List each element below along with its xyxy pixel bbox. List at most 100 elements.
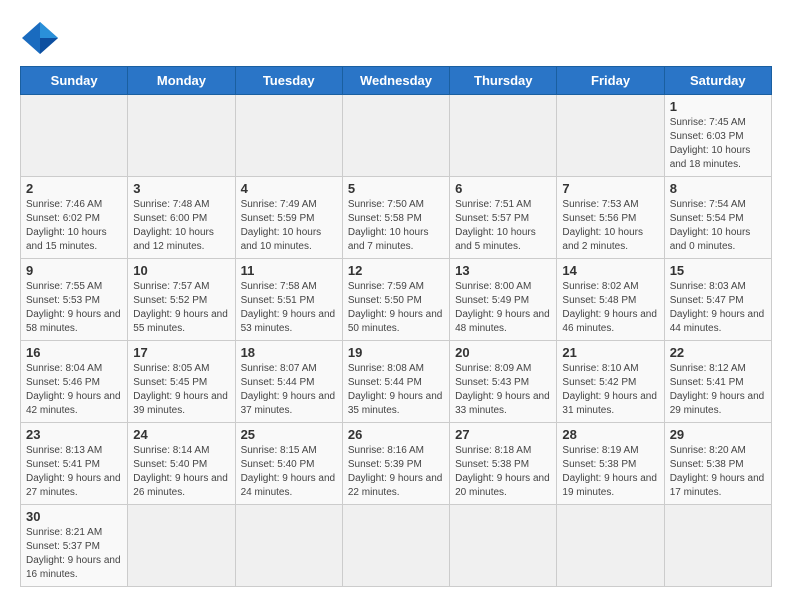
day-info: Sunrise: 8:07 AM Sunset: 5:44 PM Dayligh… [241, 362, 337, 418]
calendar-cell [342, 95, 449, 177]
day-number: 17 [133, 345, 229, 360]
day-number: 21 [562, 345, 658, 360]
weekday-header-row: SundayMondayTuesdayWednesdayThursdayFrid… [21, 67, 772, 95]
calendar-cell: 27 Sunrise: 8:18 AM Sunset: 5:38 PM Dayli… [450, 423, 557, 505]
calendar-cell [557, 505, 664, 587]
day-number: 19 [348, 345, 444, 360]
calendar-cell: 15Sunrise: 8:03 AM Sunset: 5:47 PM Dayli… [664, 259, 771, 341]
logo [20, 20, 64, 56]
calendar-cell [450, 505, 557, 587]
calendar-cell: 22Sunrise: 8:12 AM Sunset: 5:41 PM Dayli… [664, 341, 771, 423]
day-number: 26 [348, 427, 444, 442]
calendar-week-row: 23 Sunrise: 8:13 AM Sunset: 5:41 PM Dayli… [21, 423, 772, 505]
calendar-cell: 11 Sunrise: 7:58 AM Sunset: 5:51 PM Dayli… [235, 259, 342, 341]
day-info: Sunrise: 8:19 AM Sunset: 5:38 PM Dayligh… [562, 444, 658, 500]
calendar-cell: 7Sunrise: 7:53 AM Sunset: 5:56 PM Daylig… [557, 177, 664, 259]
calendar-cell: 16 Sunrise: 8:04 AM Sunset: 5:46 PM Dayli… [21, 341, 128, 423]
calendar-cell [450, 95, 557, 177]
day-number: 4 [241, 181, 337, 196]
day-number: 2 [26, 181, 122, 196]
day-info: Sunrise: 7:45 AM Sunset: 6:03 PM Dayligh… [670, 116, 766, 172]
day-info: Sunrise: 8:09 AM Sunset: 5:43 PM Dayligh… [455, 362, 551, 418]
calendar-body: 1 Sunrise: 7:45 AM Sunset: 6:03 PM Daylig… [21, 95, 772, 587]
day-info: Sunrise: 7:58 AM Sunset: 5:51 PM Dayligh… [241, 280, 337, 336]
calendar-cell: 20 Sunrise: 8:09 AM Sunset: 5:43 PM Dayli… [450, 341, 557, 423]
calendar-cell: 26 Sunrise: 8:16 AM Sunset: 5:39 PM Dayli… [342, 423, 449, 505]
day-info: Sunrise: 8:20 AM Sunset: 5:38 PM Dayligh… [670, 444, 766, 500]
calendar-week-row: 2Sunrise: 7:46 AM Sunset: 6:02 PM Daylig… [21, 177, 772, 259]
day-number: 3 [133, 181, 229, 196]
day-number: 28 [562, 427, 658, 442]
calendar-week-row: 16 Sunrise: 8:04 AM Sunset: 5:46 PM Dayli… [21, 341, 772, 423]
day-info: Sunrise: 7:49 AM Sunset: 5:59 PM Dayligh… [241, 198, 337, 254]
calendar-cell: 21 Sunrise: 8:10 AM Sunset: 5:42 PM Dayli… [557, 341, 664, 423]
day-number: 12 [348, 263, 444, 278]
day-info: Sunrise: 7:50 AM Sunset: 5:58 PM Dayligh… [348, 198, 444, 254]
calendar-cell [21, 95, 128, 177]
header [20, 20, 772, 56]
day-number: 11 [241, 263, 337, 278]
day-info: Sunrise: 8:15 AM Sunset: 5:40 PM Dayligh… [241, 444, 337, 500]
day-info: Sunrise: 8:14 AM Sunset: 5:40 PM Dayligh… [133, 444, 229, 500]
calendar-cell: 14 Sunrise: 8:02 AM Sunset: 5:48 PM Dayli… [557, 259, 664, 341]
calendar-cell: 17 Sunrise: 8:05 AM Sunset: 5:45 PM Dayli… [128, 341, 235, 423]
calendar-cell [128, 95, 235, 177]
weekday-header: Sunday [21, 67, 128, 95]
day-info: Sunrise: 8:13 AM Sunset: 5:41 PM Dayligh… [26, 444, 122, 500]
day-info: Sunrise: 7:55 AM Sunset: 5:53 PM Dayligh… [26, 280, 122, 336]
day-info: Sunrise: 8:16 AM Sunset: 5:39 PM Dayligh… [348, 444, 444, 500]
calendar-cell: 12 Sunrise: 7:59 AM Sunset: 5:50 PM Dayli… [342, 259, 449, 341]
weekday-header: Wednesday [342, 67, 449, 95]
calendar-cell: 18 Sunrise: 8:07 AM Sunset: 5:44 PM Dayli… [235, 341, 342, 423]
day-info: Sunrise: 7:59 AM Sunset: 5:50 PM Dayligh… [348, 280, 444, 336]
calendar-cell: 4 Sunrise: 7:49 AM Sunset: 5:59 PM Daylig… [235, 177, 342, 259]
day-info: Sunrise: 8:08 AM Sunset: 5:44 PM Dayligh… [348, 362, 444, 418]
calendar-cell: 5 Sunrise: 7:50 AM Sunset: 5:58 PM Daylig… [342, 177, 449, 259]
calendar-cell: 10 Sunrise: 7:57 AM Sunset: 5:52 PM Dayli… [128, 259, 235, 341]
day-number: 27 [455, 427, 551, 442]
calendar-cell: 2Sunrise: 7:46 AM Sunset: 6:02 PM Daylig… [21, 177, 128, 259]
calendar-cell [235, 95, 342, 177]
day-info: Sunrise: 8:04 AM Sunset: 5:46 PM Dayligh… [26, 362, 122, 418]
weekday-header: Saturday [664, 67, 771, 95]
day-number: 15 [670, 263, 766, 278]
day-number: 1 [670, 99, 766, 114]
calendar-week-row: 1 Sunrise: 7:45 AM Sunset: 6:03 PM Daylig… [21, 95, 772, 177]
calendar-week-row: 9 Sunrise: 7:55 AM Sunset: 5:53 PM Daylig… [21, 259, 772, 341]
day-info: Sunrise: 8:00 AM Sunset: 5:49 PM Dayligh… [455, 280, 551, 336]
calendar-cell: 24Sunrise: 8:14 AM Sunset: 5:40 PM Dayli… [128, 423, 235, 505]
calendar-cell: 25 Sunrise: 8:15 AM Sunset: 5:40 PM Dayli… [235, 423, 342, 505]
calendar-cell [664, 505, 771, 587]
day-number: 14 [562, 263, 658, 278]
day-number: 22 [670, 345, 766, 360]
calendar-cell [342, 505, 449, 587]
day-number: 23 [26, 427, 122, 442]
day-number: 5 [348, 181, 444, 196]
day-number: 18 [241, 345, 337, 360]
day-number: 16 [26, 345, 122, 360]
day-number: 13 [455, 263, 551, 278]
calendar-cell: 6Sunrise: 7:51 AM Sunset: 5:57 PM Daylig… [450, 177, 557, 259]
day-number: 9 [26, 263, 122, 278]
calendar-cell: 28 Sunrise: 8:19 AM Sunset: 5:38 PM Dayli… [557, 423, 664, 505]
day-info: Sunrise: 7:53 AM Sunset: 5:56 PM Dayligh… [562, 198, 658, 254]
calendar-cell: 19 Sunrise: 8:08 AM Sunset: 5:44 PM Dayli… [342, 341, 449, 423]
day-info: Sunrise: 8:05 AM Sunset: 5:45 PM Dayligh… [133, 362, 229, 418]
day-number: 30 [26, 509, 122, 524]
day-info: Sunrise: 8:10 AM Sunset: 5:42 PM Dayligh… [562, 362, 658, 418]
day-number: 25 [241, 427, 337, 442]
day-info: Sunrise: 8:18 AM Sunset: 5:38 PM Dayligh… [455, 444, 551, 500]
day-number: 20 [455, 345, 551, 360]
calendar-cell [128, 505, 235, 587]
calendar-cell: 8Sunrise: 7:54 AM Sunset: 5:54 PM Daylig… [664, 177, 771, 259]
calendar-cell: 13 Sunrise: 8:00 AM Sunset: 5:49 PM Dayli… [450, 259, 557, 341]
calendar-cell [557, 95, 664, 177]
day-info: Sunrise: 8:02 AM Sunset: 5:48 PM Dayligh… [562, 280, 658, 336]
day-info: Sunrise: 7:54 AM Sunset: 5:54 PM Dayligh… [670, 198, 766, 254]
day-number: 10 [133, 263, 229, 278]
day-info: Sunrise: 7:57 AM Sunset: 5:52 PM Dayligh… [133, 280, 229, 336]
day-info: Sunrise: 7:48 AM Sunset: 6:00 PM Dayligh… [133, 198, 229, 254]
calendar-cell: 30Sunrise: 8:21 AM Sunset: 5:37 PM Dayli… [21, 505, 128, 587]
calendar-cell: 9 Sunrise: 7:55 AM Sunset: 5:53 PM Daylig… [21, 259, 128, 341]
calendar-cell: 1 Sunrise: 7:45 AM Sunset: 6:03 PM Daylig… [664, 95, 771, 177]
